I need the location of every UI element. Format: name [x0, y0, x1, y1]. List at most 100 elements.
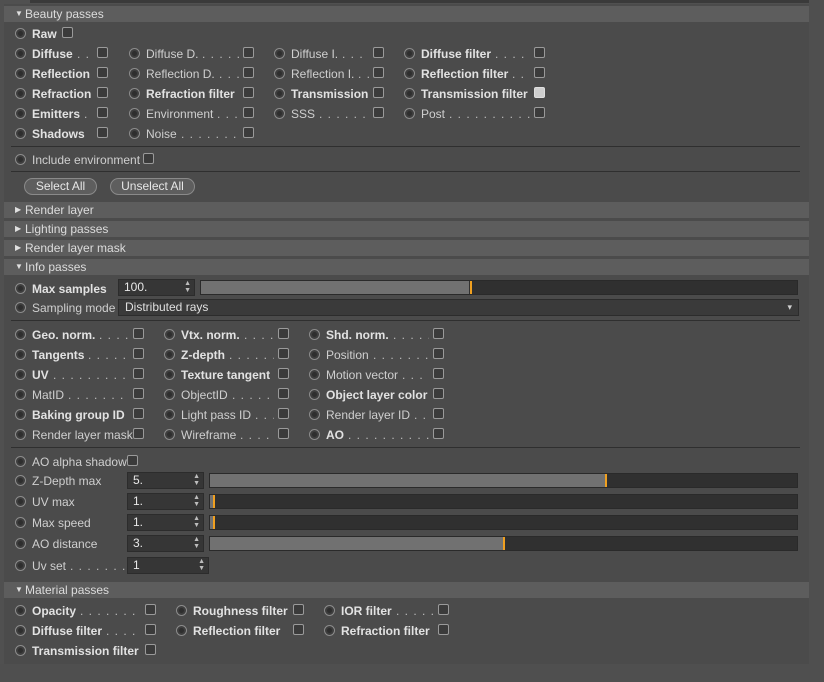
environment-radio[interactable] [129, 108, 140, 119]
max-speed-input[interactable]: 1. ▲ ▼ [127, 514, 204, 531]
z-depth-radio[interactable] [164, 349, 175, 360]
max-speed-slider[interactable] [209, 515, 798, 530]
opacity-radio[interactable] [15, 605, 26, 616]
post-radio[interactable] [404, 108, 415, 119]
diffuse-i-checkbox[interactable] [373, 47, 384, 58]
reflection-i-checkbox[interactable] [373, 67, 384, 78]
shadows-checkbox[interactable] [97, 127, 108, 138]
position-checkbox[interactable] [433, 348, 444, 359]
texture-tangent-checkbox[interactable] [278, 368, 289, 379]
roughness-filter-radio[interactable] [176, 605, 187, 616]
diffuse-checkbox[interactable] [97, 47, 108, 58]
ior-filter-radio[interactable] [324, 605, 335, 616]
tangents-checkbox[interactable] [133, 348, 144, 359]
refraction-checkbox[interactable] [97, 87, 108, 98]
shadows-radio[interactable] [15, 128, 26, 139]
section-header-material-passes[interactable]: ▼ Material passes [4, 582, 809, 598]
sss-radio[interactable] [274, 108, 285, 119]
reflection-filter-checkbox[interactable] [293, 624, 304, 635]
noise-radio[interactable] [129, 128, 140, 139]
position-radio[interactable] [309, 349, 320, 360]
reflection-radio[interactable] [15, 68, 26, 79]
reflection-d-checkbox[interactable] [243, 67, 254, 78]
reflection-filter-radio[interactable] [176, 625, 187, 636]
slider-handle[interactable] [212, 516, 215, 529]
environment-checkbox[interactable] [243, 107, 254, 118]
emitters-checkbox[interactable] [97, 107, 108, 118]
object-layer-color-radio[interactable] [309, 389, 320, 400]
refraction-filter-radio[interactable] [324, 625, 335, 636]
reflection-i-radio[interactable] [274, 68, 285, 79]
wireframe-radio[interactable] [164, 429, 175, 440]
z-depth-max-slider[interactable] [209, 473, 798, 488]
object-layer-color-checkbox[interactable] [433, 388, 444, 399]
stepper-arrows-icon[interactable]: ▲ ▼ [198, 558, 205, 572]
vtx-norm-radio[interactable] [164, 329, 175, 340]
ao-distance-radio[interactable] [15, 538, 26, 549]
uv-set-input[interactable]: 1 ▲ ▼ [127, 557, 209, 574]
sss-checkbox[interactable] [373, 107, 384, 118]
baking-group-id-radio[interactable] [15, 409, 26, 420]
stepper-arrows-icon[interactable]: ▲ ▼ [184, 280, 191, 294]
stepper-arrows-icon[interactable]: ▲ ▼ [193, 536, 200, 550]
light-pass-id-checkbox[interactable] [278, 408, 289, 419]
refraction-filter-radio[interactable] [129, 88, 140, 99]
reflection-filter-radio[interactable] [404, 68, 415, 79]
geo-norm-radio[interactable] [15, 329, 26, 340]
include-environment-radio[interactable] [15, 154, 26, 165]
reflection-d-radio[interactable] [129, 68, 140, 79]
diffuse-filter-radio[interactable] [15, 625, 26, 636]
refraction-filter-checkbox[interactable] [243, 87, 254, 98]
tangents-radio[interactable] [15, 349, 26, 360]
unselect-all-button[interactable]: Unselect All [110, 178, 195, 195]
render-layer-id-radio[interactable] [309, 409, 320, 420]
section-header-render-layer-mask[interactable]: ▶ Render layer mask [4, 240, 809, 256]
diffuse-d-radio[interactable] [129, 48, 140, 59]
transmission-radio[interactable] [274, 88, 285, 99]
diffuse-i-radio[interactable] [274, 48, 285, 59]
sampling-mode-select[interactable]: Distributed rays ▾ [118, 299, 799, 316]
transmission-filter-checkbox[interactable] [145, 644, 156, 655]
geo-norm-checkbox[interactable] [133, 328, 144, 339]
section-header-lighting-passes[interactable]: ▶ Lighting passes [4, 221, 809, 237]
render-layer-id-checkbox[interactable] [433, 408, 444, 419]
stepper-arrows-icon[interactable]: ▲ ▼ [193, 515, 200, 529]
baking-group-id-checkbox[interactable] [133, 408, 144, 419]
transmission-checkbox[interactable] [373, 87, 384, 98]
shd-norm-checkbox[interactable] [433, 328, 444, 339]
noise-checkbox[interactable] [243, 127, 254, 138]
render-layer-mask-checkbox[interactable] [133, 428, 144, 439]
reflection-filter-checkbox[interactable] [534, 67, 545, 78]
objectid-checkbox[interactable] [278, 388, 289, 399]
max-speed-radio[interactable] [15, 517, 26, 528]
ao-alpha-shadow-radio[interactable] [15, 456, 26, 467]
uv-max-slider[interactable] [209, 494, 798, 509]
transmission-filter-checkbox[interactable] [534, 87, 545, 98]
max-samples-input[interactable]: 100. ▲ ▼ [118, 279, 195, 296]
diffuse-filter-radio[interactable] [404, 48, 415, 59]
diffuse-filter-checkbox[interactable] [534, 47, 545, 58]
uv-radio[interactable] [15, 369, 26, 380]
wireframe-checkbox[interactable] [278, 428, 289, 439]
diffuse-radio[interactable] [15, 48, 26, 59]
motion-vector-checkbox[interactable] [433, 368, 444, 379]
max-samples-radio[interactable] [15, 283, 26, 294]
shd-norm-radio[interactable] [309, 329, 320, 340]
sampling-mode-radio[interactable] [15, 302, 26, 313]
objectid-radio[interactable] [164, 389, 175, 400]
post-checkbox[interactable] [534, 107, 545, 118]
slider-handle[interactable] [212, 495, 215, 508]
ao-distance-input[interactable]: 3. ▲ ▼ [127, 535, 204, 552]
diffuse-d-checkbox[interactable] [243, 47, 254, 58]
slider-handle[interactable] [470, 281, 473, 294]
raw-checkbox[interactable] [62, 27, 73, 38]
ao-alpha-shadow-checkbox[interactable] [127, 455, 138, 466]
z-depth-max-input[interactable]: 5. ▲ ▼ [127, 472, 204, 489]
motion-vector-radio[interactable] [309, 369, 320, 380]
include-environment-checkbox[interactable] [143, 153, 154, 164]
max-samples-slider[interactable] [200, 280, 798, 295]
ior-filter-checkbox[interactable] [438, 604, 449, 615]
vtx-norm-checkbox[interactable] [278, 328, 289, 339]
opacity-checkbox[interactable] [145, 604, 156, 615]
diffuse-filter-checkbox[interactable] [145, 624, 156, 635]
